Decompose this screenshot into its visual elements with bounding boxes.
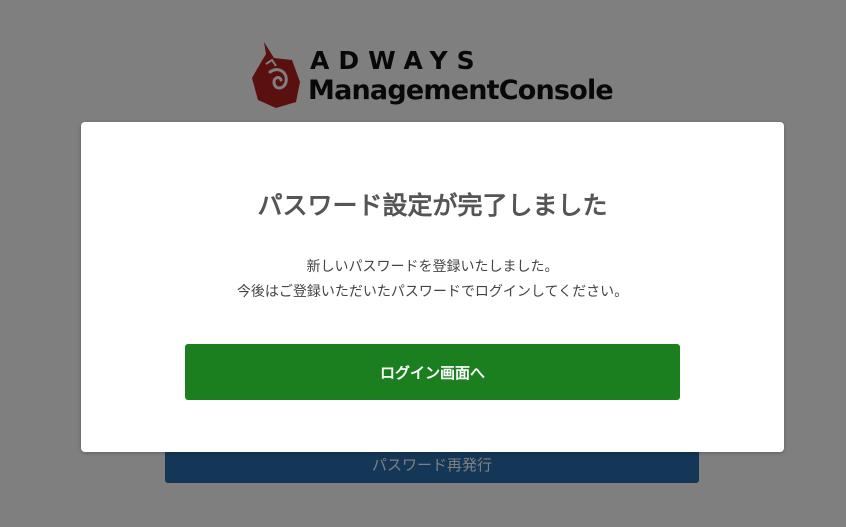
dialog-title: パスワード設定が完了しました: [257, 191, 608, 220]
password-set-complete-dialog: パスワード設定が完了しました 新しいパスワードを登録いたしました。 今後はご登録…: [81, 122, 784, 452]
dialog-message: 新しいパスワードを登録いたしました。 今後はご登録いただいたパスワードでログイン…: [81, 255, 784, 305]
dialog-message-line-1: 新しいパスワードを登録いたしました。: [306, 259, 559, 275]
go-to-login-button[interactable]: ログイン画面へ: [185, 344, 680, 400]
dialog-message-line-2: 今後はご登録いただいたパスワードでログインしてください。: [236, 284, 629, 300]
